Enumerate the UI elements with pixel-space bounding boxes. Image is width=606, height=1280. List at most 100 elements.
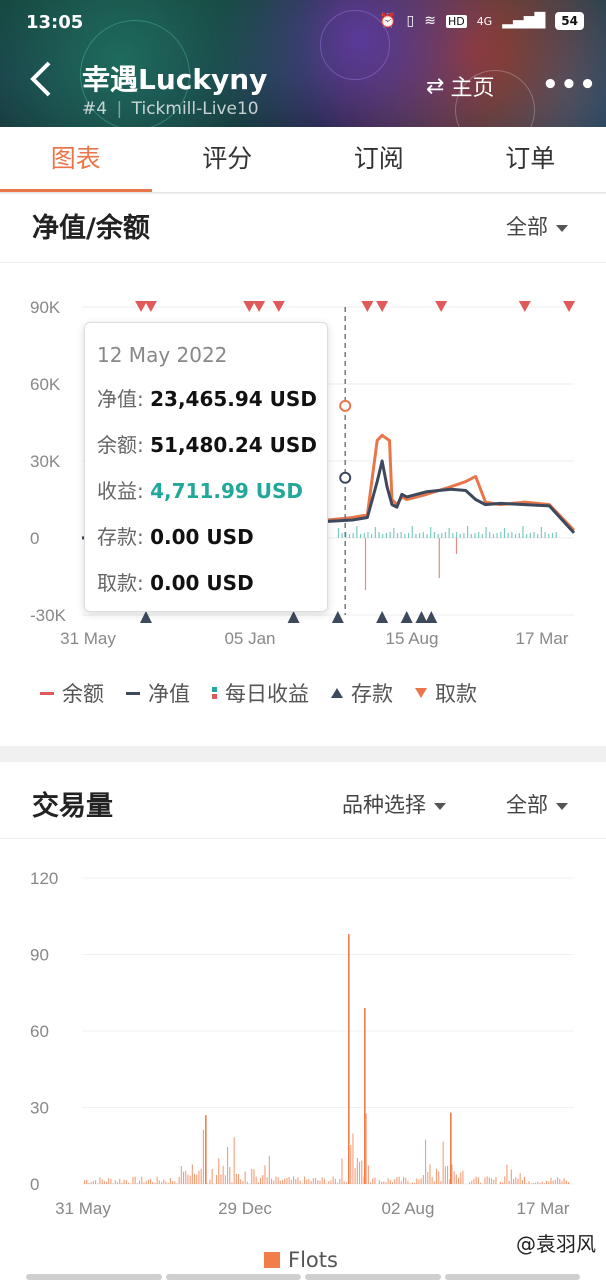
volume-bar: [106, 1181, 108, 1184]
volume-bar: [136, 1183, 138, 1184]
volume-bar: [198, 1170, 200, 1184]
daily-profit-bar: [533, 532, 535, 538]
volume-bar: [513, 1178, 515, 1184]
back-arrow-icon: [30, 61, 51, 97]
app-header: 13:05 ⏰ ▯ ≋ HD 4G ▂▄▆█ 54 幸遇Luckyny #4 |…: [0, 0, 606, 127]
daily-profit-bar: [407, 533, 410, 538]
volume-bar: [519, 1173, 521, 1184]
deposit-marker: [139, 611, 152, 623]
volume-bar: [425, 1139, 427, 1184]
volume-bar: [253, 1169, 255, 1184]
daily-loss-bar: [438, 538, 440, 578]
volume-bar: [194, 1173, 196, 1184]
volume-bar: [165, 1181, 167, 1184]
daily-profit-bar: [411, 526, 413, 538]
volume-bar: [167, 1182, 169, 1184]
volume-bar: [398, 1176, 400, 1184]
volume-bar: [339, 1178, 341, 1184]
volume-bar: [141, 1176, 143, 1184]
signal-icon: ▂▄▆█: [502, 13, 546, 29]
daily-profit-bar: [478, 532, 480, 538]
divider: [0, 838, 606, 839]
volume-bar: [222, 1165, 224, 1184]
volume-bar: [444, 1166, 446, 1184]
daily-profit-bar: [419, 533, 421, 538]
volume-bar: [306, 1179, 308, 1184]
volume-chart[interactable]: 120 90 60 30 0 31 May 29 Dec 02 Aug 17 Mar: [0, 860, 606, 1230]
volume-legend[interactable]: Flots: [264, 1248, 338, 1272]
equity-range-dropdown[interactable]: 全部: [506, 211, 568, 241]
daily-profit-bar: [551, 533, 554, 538]
volume-bar: [418, 1179, 420, 1184]
volume-bar: [447, 1165, 449, 1184]
volume-bar: [220, 1174, 222, 1184]
volume-bar: [359, 1161, 361, 1184]
alarm-icon: ⏰: [379, 13, 397, 29]
volume-bar: [458, 1177, 460, 1184]
equity-line-icon: [126, 691, 140, 695]
legend-equity[interactable]: 净值: [126, 678, 190, 708]
bottom-indicator: [0, 1274, 606, 1280]
daily-profit-bar: [544, 532, 546, 538]
volume-bar: [537, 1181, 539, 1184]
volume-bar: [565, 1180, 567, 1184]
legend-daily-profit[interactable]: 每日收益: [212, 678, 309, 708]
volume-bar: [178, 1176, 180, 1184]
volume-bar: [337, 1182, 339, 1184]
daily-profit-bar: [441, 533, 443, 538]
tab-subscribe[interactable]: 订阅: [303, 127, 455, 192]
volume-bar: [304, 1176, 306, 1184]
legend-withdrawal[interactable]: 取款: [415, 678, 477, 708]
daily-profit-bar: [529, 533, 531, 538]
daily-profit-bar: [437, 534, 439, 538]
volume-bar: [273, 1180, 275, 1184]
volume-bar: [95, 1180, 97, 1184]
volume-bar: [264, 1165, 266, 1184]
daily-profit-bar: [526, 534, 528, 538]
daily-profit-bar: [356, 526, 358, 538]
volume-bar: [350, 1145, 352, 1184]
legend-deposit[interactable]: 存款: [331, 678, 393, 708]
tab-orders[interactable]: 订单: [455, 127, 606, 192]
daily-profit-bar: [555, 532, 557, 538]
volume-bar: [92, 1180, 94, 1184]
volume-bar: [484, 1177, 486, 1184]
volume-bar: [297, 1177, 299, 1184]
volume-bar: [110, 1178, 112, 1184]
battery-indicator: 54: [555, 12, 584, 30]
x-tick-label: 17 Mar: [517, 1199, 570, 1218]
volume-bar: [436, 1168, 438, 1184]
daily-profit-bar: [337, 528, 340, 538]
back-button[interactable]: [20, 58, 64, 118]
symbol-dropdown[interactable]: 品种选择: [342, 789, 446, 819]
daily-profit-bar: [382, 534, 384, 538]
deposit-marker: [331, 611, 344, 623]
daily-profit-bar: [352, 533, 354, 538]
legend-balance[interactable]: 余额: [40, 678, 104, 708]
daily-profit-bar: [500, 532, 502, 538]
volume-bar: [460, 1172, 462, 1184]
volume-bar: [332, 1176, 334, 1184]
volume-bar: [257, 1182, 259, 1184]
volume-bar: [315, 1178, 317, 1184]
x-tick-label: 31 May: [60, 629, 116, 648]
more-button[interactable]: •••: [542, 70, 598, 100]
volume-range-dropdown[interactable]: 全部: [506, 789, 568, 819]
tab-chart[interactable]: 图表: [0, 127, 152, 192]
daily-profit-bar: [396, 533, 399, 538]
deposit-marker: [415, 611, 428, 623]
tab-rating[interactable]: 评分: [152, 127, 304, 192]
home-button[interactable]: ⇄ 主页: [426, 70, 494, 102]
volume-bar: [246, 1181, 248, 1184]
page-title: 幸遇Luckyny: [82, 63, 268, 96]
volume-bar: [480, 1182, 482, 1184]
chevron-down-icon: [556, 802, 568, 810]
divider: [0, 262, 606, 263]
volume-bar: [554, 1180, 556, 1184]
daily-profit-bar: [374, 527, 376, 538]
volume-bar: [191, 1164, 193, 1184]
volume-bar: [517, 1178, 519, 1184]
volume-bar: [240, 1179, 242, 1184]
volume-bar: [183, 1171, 185, 1184]
volume-bar: [284, 1178, 286, 1184]
